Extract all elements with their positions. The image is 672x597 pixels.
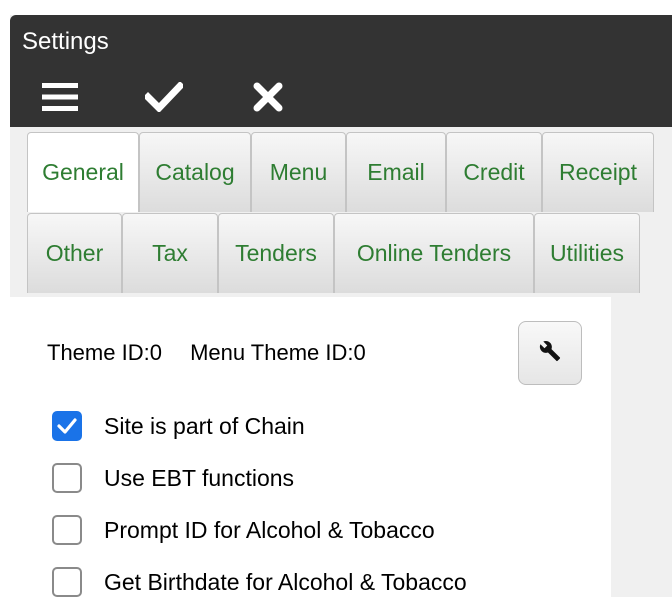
tab-general[interactable]: General xyxy=(27,132,139,212)
tab-online-tenders[interactable]: Online Tenders xyxy=(334,213,534,293)
tab-other[interactable]: Other xyxy=(27,213,122,293)
theme-settings-button[interactable] xyxy=(518,321,582,385)
tab-utilities[interactable]: Utilities xyxy=(534,213,640,293)
hamburger-menu-icon[interactable] xyxy=(40,77,80,117)
save-checkmark-icon[interactable] xyxy=(144,77,184,117)
tab-receipt[interactable]: Receipt xyxy=(542,132,654,212)
tab-tax[interactable]: Tax xyxy=(122,213,218,293)
theme-id-label: Theme ID:0 xyxy=(47,340,162,365)
ebt-label: Use EBT functions xyxy=(104,464,295,491)
tab-catalog[interactable]: Catalog xyxy=(139,132,251,212)
tab-email[interactable]: Email xyxy=(346,132,446,212)
settings-tabs: General Catalog Menu Email Credit Receip… xyxy=(10,127,672,297)
option-ebt[interactable]: Use EBT functions xyxy=(52,461,294,495)
theme-info: Theme ID:0 Menu Theme ID:0 xyxy=(47,339,366,367)
menu-theme-id-label: Menu Theme ID:0 xyxy=(190,340,366,365)
ebt-checkbox[interactable] xyxy=(52,463,82,493)
tab-menu[interactable]: Menu xyxy=(251,132,346,212)
tab-tenders[interactable]: Tenders xyxy=(218,213,334,293)
tab-credit[interactable]: Credit xyxy=(446,132,542,212)
general-settings-panel: Theme ID:0 Menu Theme ID:0 Site is part … xyxy=(10,297,611,597)
prompt-id-label: Prompt ID for Alcohol & Tobacco xyxy=(104,516,435,543)
site-chain-checkbox[interactable] xyxy=(52,411,82,441)
option-birthdate[interactable]: Get Birthdate for Alcohol & Tobacco xyxy=(52,565,467,597)
option-site-chain[interactable]: Site is part of Chain xyxy=(52,409,305,443)
title-bar: Settings xyxy=(10,15,672,127)
window-title: Settings xyxy=(22,28,109,55)
prompt-id-checkbox[interactable] xyxy=(52,515,82,545)
wrench-icon xyxy=(539,340,561,367)
birthdate-label: Get Birthdate for Alcohol & Tobacco xyxy=(104,568,467,595)
site-chain-label: Site is part of Chain xyxy=(104,412,305,439)
cancel-close-icon[interactable] xyxy=(248,77,288,117)
settings-window: Settings General Catalog Menu Email Cred… xyxy=(10,15,672,597)
option-prompt-id[interactable]: Prompt ID for Alcohol & Tobacco xyxy=(52,513,435,547)
birthdate-checkbox[interactable] xyxy=(52,567,82,597)
